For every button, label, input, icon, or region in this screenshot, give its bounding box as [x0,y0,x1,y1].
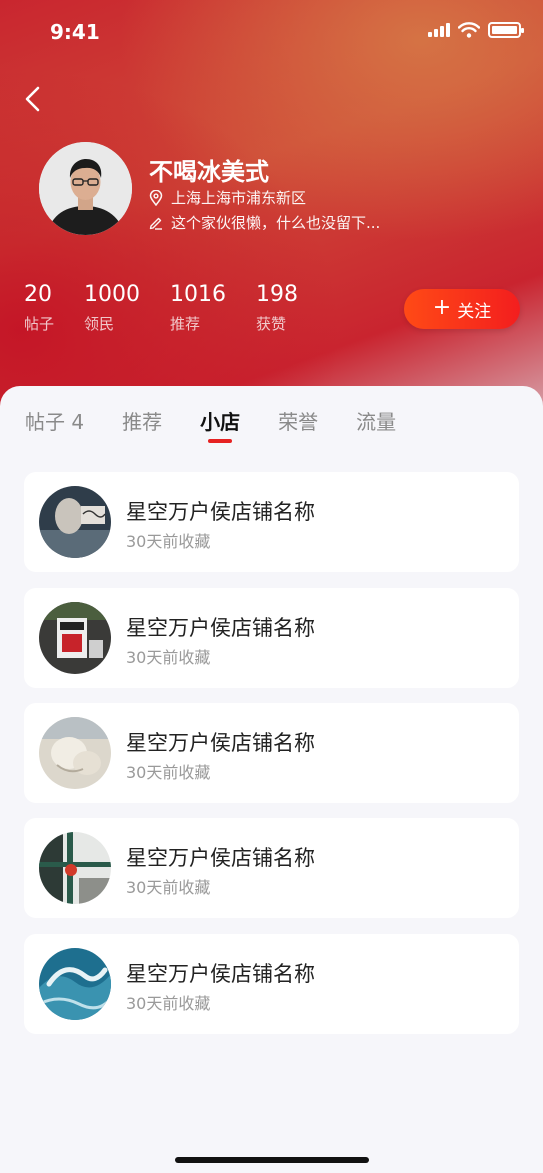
tab-label: 推荐 [122,410,163,434]
shop-card[interactable]: 星空万户侯店铺名称 30天前收藏 [24,703,519,803]
tab-shop[interactable]: 小店 [200,406,241,443]
shop-avatar [39,486,111,558]
tab-honor[interactable]: 荣誉 [278,406,318,435]
avatar[interactable] [39,142,132,235]
wave-image-icon [39,948,111,1020]
location-pin-icon [149,189,163,206]
stat-followers[interactable]: 1000 领民 [84,282,140,334]
shop-name: 星空万户侯店铺名称 [126,616,315,640]
tab-traffic[interactable]: 流量 [356,406,396,435]
active-tab-indicator [208,439,233,443]
user-portrait-icon [39,142,132,235]
shop-avatar [39,717,111,789]
tab-recommend[interactable]: 推荐 [122,406,162,435]
battery-icon [488,22,524,38]
bio-text: 这个家伙很懒，什么也没留下... [171,214,381,232]
shop-card[interactable]: 星空万户侯店铺名称 30天前收藏 [24,818,519,918]
stat-label: 帖子 [24,315,55,333]
stat-value: 20 [24,282,52,307]
stat-label: 领民 [84,315,115,333]
tab-bar: 帖子 4 推荐 小店 荣誉 流量 [25,406,434,443]
stat-label: 获赞 [256,315,287,333]
bio-line: 这个家伙很懒，什么也没留下... [149,212,380,233]
stat-label: 推荐 [170,315,201,333]
status-time: 9:41 [50,20,100,44]
status-icons [428,22,524,38]
shop-subtext: 30天前收藏 [126,878,211,897]
mural-image-icon [39,486,111,558]
follow-label: 关注 [457,301,492,322]
status-bar: 9:41 [0,0,543,64]
tab-label: 流量 [356,410,397,434]
shop-avatar [39,602,111,674]
tab-label: 荣誉 [278,410,319,434]
window-image-icon [39,832,111,904]
shop-subtext: 30天前收藏 [126,763,211,782]
stat-recommend[interactable]: 1016 推荐 [170,282,226,334]
stat-value: 198 [256,282,299,307]
wifi-icon [458,22,480,38]
stat-posts[interactable]: 20 帖子 [24,282,54,334]
content-panel: 帖子 4 推荐 小店 荣誉 流量 星空万户侯店铺名称 30天前收藏 星空万户侯店… [0,386,543,1173]
stat-value: 1000 [84,282,141,307]
plus-icon: + [432,295,452,320]
shop-card[interactable]: 星空万户侯店铺名称 30天前收藏 [24,472,519,572]
home-indicator[interactable] [175,1157,369,1163]
follow-button[interactable]: + 关注 [404,289,520,329]
shop-card[interactable]: 星空万户侯店铺名称 30天前收藏 [24,588,519,688]
poster-image-icon [39,602,111,674]
shop-subtext: 30天前收藏 [126,994,211,1013]
location-line: 上海上海市浦东新区 [149,187,306,208]
sculpture-image-icon [39,717,111,789]
location-text: 上海上海市浦东新区 [171,189,307,207]
signal-icon [428,23,450,37]
shop-name: 星空万户侯店铺名称 [126,731,315,755]
shop-avatar [39,948,111,1020]
stat-value: 1016 [170,282,227,307]
shop-card[interactable]: 星空万户侯店铺名称 30天前收藏 [24,934,519,1034]
shop-name: 星空万户侯店铺名称 [126,500,315,524]
shop-subtext: 30天前收藏 [126,532,211,551]
shop-subtext: 30天前收藏 [126,648,211,667]
shop-name: 星空万户侯店铺名称 [126,846,315,870]
profile-name: 不喝冰美式 [149,158,269,186]
tab-posts[interactable]: 帖子 4 [25,406,84,435]
stats-row: 20 帖子 1000 领民 1016 推荐 198 获赞 [24,282,328,334]
tab-label: 帖子 4 [25,410,85,434]
back-arrow-icon[interactable] [20,84,50,114]
tab-label: 小店 [200,410,241,434]
stat-likes[interactable]: 198 获赞 [256,282,298,334]
edit-pencil-icon [149,217,162,230]
shop-avatar [39,832,111,904]
shop-name: 星空万户侯店铺名称 [126,962,315,986]
